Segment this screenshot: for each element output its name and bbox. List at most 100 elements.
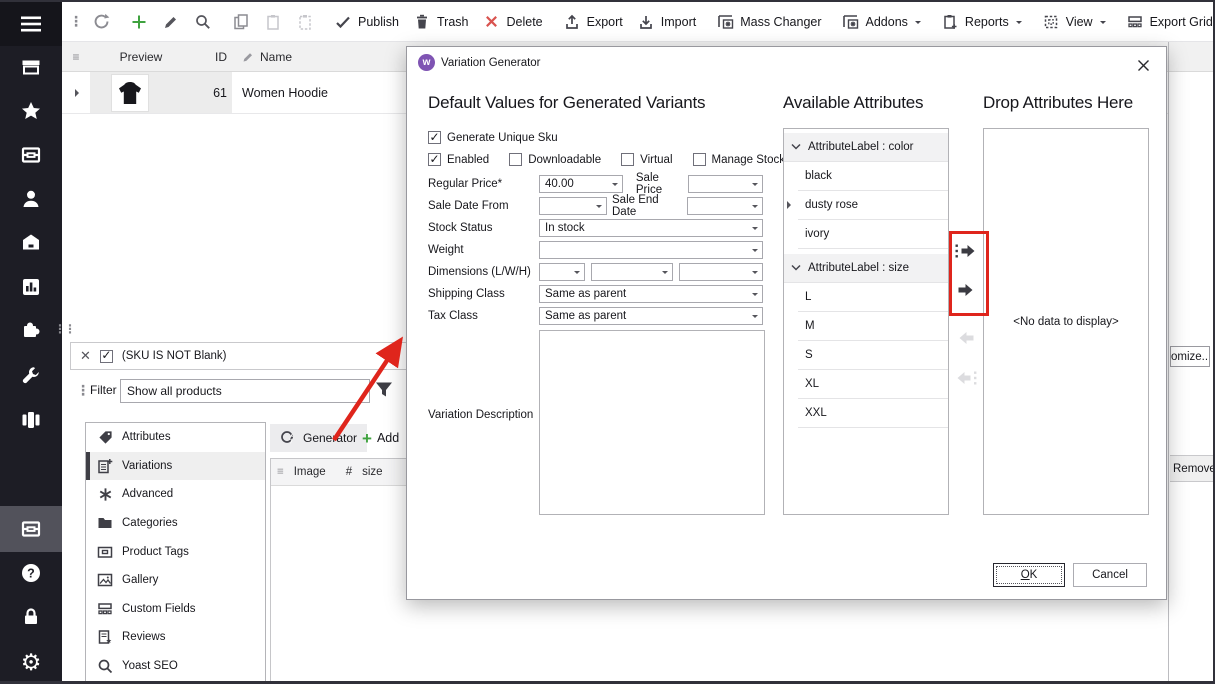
downloadable-checkbox[interactable]	[509, 153, 522, 166]
sale-date-from-dropdown[interactable]	[539, 197, 607, 215]
tax-class-dropdown[interactable]: Same as parent	[539, 307, 763, 325]
splitter-handle[interactable]: ⋮⋮	[54, 322, 74, 336]
right-background-strip: omize... Remove	[1168, 42, 1213, 681]
sidebar-item-products-selected[interactable]	[0, 506, 62, 552]
dimension-w-dropdown[interactable]	[591, 263, 673, 281]
attribute-group-color[interactable]: AttributeLabel : color	[784, 133, 948, 162]
column-header-image[interactable]: Image	[294, 466, 336, 478]
tab-custom-fields[interactable]: Custom Fields	[86, 595, 265, 624]
sidebar-item-orders[interactable]	[0, 134, 62, 176]
item-label: L	[805, 291, 811, 303]
copy-button[interactable]	[225, 7, 257, 37]
addons-button[interactable]: Addons	[835, 7, 928, 37]
sidebar-item-store[interactable]	[0, 47, 62, 89]
add-variation-button[interactable]: + Add	[362, 424, 399, 452]
regular-price-dropdown[interactable]: 40.00	[539, 175, 623, 193]
mass-changer-button[interactable]: Mass Changer	[709, 7, 828, 37]
column-chooser-icon[interactable]: ≡	[62, 50, 90, 64]
sidebar-item-devices[interactable]	[0, 399, 62, 441]
tab-advanced[interactable]: Advanced	[86, 480, 265, 509]
close-icon[interactable]	[1132, 55, 1154, 75]
column-header-preview[interactable]: Preview	[90, 50, 192, 64]
virtual-checkbox[interactable]	[621, 153, 634, 166]
column-header-size[interactable]: size	[362, 466, 382, 478]
publish-button[interactable]: Publish	[327, 7, 406, 37]
attribute-item-black[interactable]: black	[798, 162, 948, 191]
column-header-id[interactable]: ID	[192, 50, 232, 64]
attribute-item-dusty-rose[interactable]: dusty rose	[798, 191, 948, 220]
move-all-left-button-disabled[interactable]	[952, 368, 980, 388]
sidebar-item-customers[interactable]	[0, 178, 62, 220]
customize-button-partial[interactable]: omize...	[1170, 346, 1210, 367]
paste-button[interactable]	[257, 7, 289, 37]
row-expander-icon[interactable]	[62, 72, 90, 113]
generator-button[interactable]: Generator	[270, 424, 367, 452]
sidebar-item-shop[interactable]	[0, 222, 62, 264]
cancel-button[interactable]: Cancel	[1073, 563, 1147, 587]
filter-input[interactable]	[120, 379, 370, 403]
move-left-button-disabled[interactable]	[952, 328, 980, 348]
filter-overflow-button[interactable]: ⋮	[76, 382, 89, 399]
import-button[interactable]: Import	[630, 7, 703, 37]
reports-button[interactable]: Reports	[934, 7, 1029, 37]
attribute-item-s[interactable]: S	[798, 341, 948, 370]
generate-unique-sku-checkbox[interactable]	[428, 131, 441, 144]
delete-button[interactable]: Delete	[476, 7, 550, 37]
ok-button[interactable]: OK	[993, 563, 1065, 587]
sidebar-item-help[interactable]: ?	[0, 552, 62, 594]
export-grid-button[interactable]: Export Grid	[1119, 7, 1215, 37]
menu-button[interactable]	[0, 2, 62, 46]
paste-special-button[interactable]	[289, 7, 321, 37]
sidebar-item-reports[interactable]	[0, 266, 62, 308]
attribute-item-xl[interactable]: XL	[798, 370, 948, 399]
trash-button[interactable]: Trash	[406, 7, 476, 37]
tab-gallery[interactable]: Gallery	[86, 566, 265, 595]
attribute-item-ivory[interactable]: ivory	[798, 220, 948, 249]
edit-button[interactable]	[155, 7, 187, 37]
tax-class-value: Same as parent	[545, 310, 626, 322]
attribute-group-size[interactable]: AttributeLabel : size	[784, 254, 948, 283]
move-all-right-button[interactable]	[952, 241, 980, 261]
sidebar-item-addons[interactable]	[0, 309, 62, 351]
sidebar-item-tools[interactable]	[0, 355, 62, 397]
export-button[interactable]: Export	[556, 7, 630, 37]
funnel-icon[interactable]	[374, 380, 394, 405]
tab-product-tags[interactable]: Product Tags	[86, 537, 265, 566]
tab-attributes[interactable]: Attributes	[86, 423, 265, 452]
attribute-item-m[interactable]: M	[798, 312, 948, 341]
tab-variations[interactable]: Variations	[86, 452, 265, 481]
sidebar-item-favorites[interactable]	[0, 90, 62, 132]
column-header-number[interactable]: #	[346, 466, 352, 478]
manage-stock-checkbox[interactable]	[693, 153, 706, 166]
refresh-icon	[92, 13, 110, 31]
variation-description-textarea[interactable]	[539, 330, 765, 515]
sidebar-item-settings[interactable]: ⚙	[0, 642, 62, 684]
weight-dropdown[interactable]	[539, 241, 763, 259]
remove-button-partial[interactable]: Remove	[1170, 455, 1213, 482]
dimension-l-dropdown[interactable]	[539, 263, 585, 281]
remove-filter-icon[interactable]: ✕	[80, 348, 91, 364]
tab-yoast-seo[interactable]: Yoast SEO	[86, 652, 265, 681]
dimension-h-dropdown[interactable]	[679, 263, 763, 281]
search-button[interactable]	[187, 7, 219, 37]
add-product-button[interactable]	[123, 7, 155, 37]
tab-categories[interactable]: Categories	[86, 509, 265, 538]
view-button[interactable]: View	[1035, 7, 1113, 37]
chevron-down-icon	[752, 315, 758, 321]
refresh-button[interactable]	[85, 7, 117, 37]
column-chooser-icon[interactable]: ≡	[277, 466, 284, 478]
enabled-checkbox[interactable]	[428, 153, 441, 166]
item-label: XXL	[805, 407, 827, 419]
sku-filter-checkbox[interactable]	[100, 350, 113, 363]
shipping-class-dropdown[interactable]: Same as parent	[539, 285, 763, 303]
move-right-button[interactable]	[952, 280, 980, 300]
sidebar-item-license[interactable]	[0, 596, 62, 638]
sale-price-dropdown[interactable]	[688, 175, 763, 193]
toolbar-overflow-button[interactable]: ⋮	[66, 13, 85, 30]
stock-status-dropdown[interactable]: In stock	[539, 219, 763, 237]
attribute-item-xxl[interactable]: XXL	[798, 399, 948, 428]
attribute-item-l[interactable]: L	[798, 283, 948, 312]
sale-end-date-dropdown[interactable]	[687, 197, 763, 215]
reports-label: Reports	[965, 15, 1009, 29]
tab-reviews[interactable]: Reviews	[86, 623, 265, 652]
